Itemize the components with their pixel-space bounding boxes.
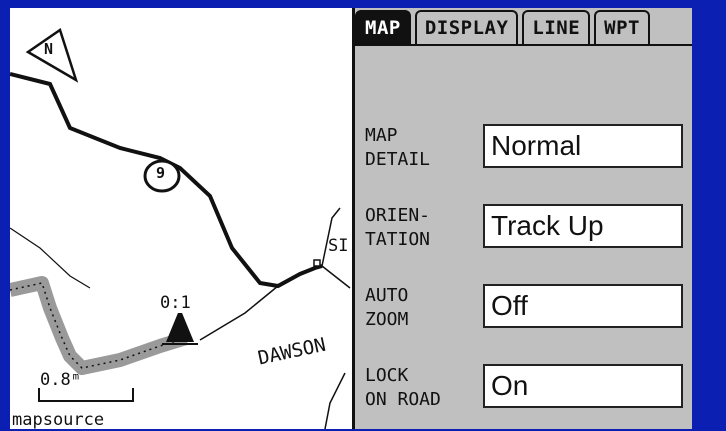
minor-road [321, 265, 351, 289]
tab-divider [355, 44, 692, 46]
map-setup-panel: MAP DISPLAY LINE WPT MAP DETAIL Normal O… [352, 8, 692, 429]
orientation-label: ORIEN- TATION [365, 205, 431, 250]
map-view[interactable]: N 9 0:1 DAWSON SI 0.8ᵐ mapsource [10, 8, 352, 429]
road-number-label: 9 [156, 164, 166, 182]
tab-line[interactable]: LINE [522, 10, 591, 44]
auto-zoom-row: AUTO ZOOM Off [365, 280, 685, 334]
lock-on-road-field[interactable]: On [483, 364, 683, 408]
map-detail-row: MAP DETAIL Normal [365, 120, 685, 174]
setup-tabs: MAP DISPLAY LINE WPT [355, 10, 692, 46]
minor-road [10, 227, 91, 289]
waypoint-label: 0:1 [160, 293, 191, 313]
gps-screen: N 9 0:1 DAWSON SI 0.8ᵐ mapsource MAP DIS… [10, 8, 692, 429]
town-label: SI [328, 236, 349, 256]
minor-road [199, 285, 279, 341]
auto-zoom-field[interactable]: Off [483, 284, 683, 328]
minor-road [324, 372, 346, 429]
tab-map[interactable]: MAP [355, 10, 411, 44]
map-credit-label: mapsource [12, 410, 105, 429]
orientation-row: ORIEN- TATION Track Up [365, 200, 685, 254]
auto-zoom-label: AUTO ZOOM [365, 285, 409, 330]
lock-on-road-label: LOCK ON ROAD [365, 365, 441, 410]
svg-text:N: N [44, 40, 53, 58]
map-detail-label: MAP DETAIL [365, 125, 431, 170]
map-scale-label: 0.8ᵐ [40, 370, 81, 390]
tab-wpt[interactable]: WPT [594, 10, 650, 44]
lock-on-road-row: LOCK ON ROAD On [365, 360, 685, 414]
tab-display[interactable]: DISPLAY [414, 10, 519, 44]
screen-frame: N 9 0:1 DAWSON SI 0.8ᵐ mapsource MAP DIS… [0, 0, 726, 431]
map-scale-bar [38, 388, 134, 402]
orientation-field[interactable]: Track Up [483, 204, 683, 248]
map-detail-field[interactable]: Normal [483, 124, 683, 168]
north-arrow-icon: N [25, 28, 79, 83]
map-canvas: N [10, 28, 351, 429]
town-marker-icon [313, 259, 321, 267]
